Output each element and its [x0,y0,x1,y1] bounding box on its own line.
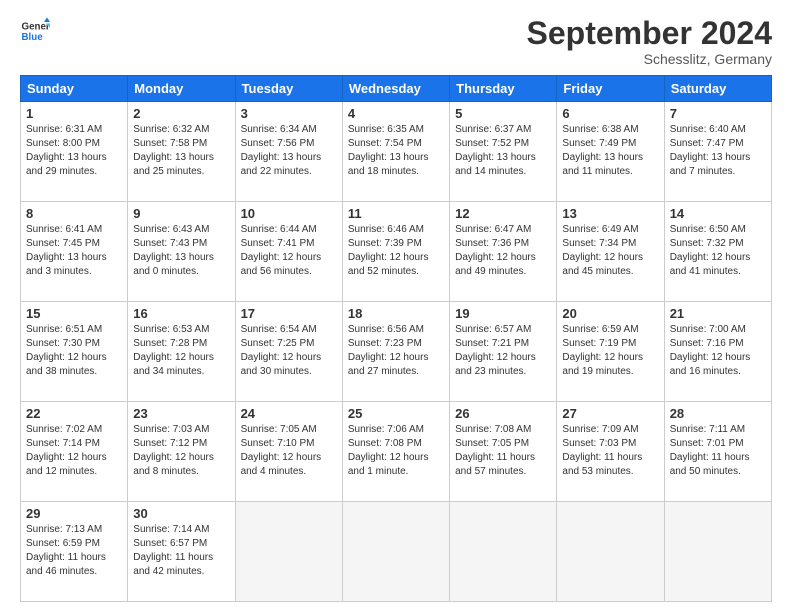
table-row: 23Sunrise: 7:03 AMSunset: 7:12 PMDayligh… [128,402,235,502]
col-sunday: Sunday [21,76,128,102]
table-row: 15Sunrise: 6:51 AMSunset: 7:30 PMDayligh… [21,302,128,402]
table-row: 27Sunrise: 7:09 AMSunset: 7:03 PMDayligh… [557,402,664,502]
table-row: 8Sunrise: 6:41 AMSunset: 7:45 PMDaylight… [21,202,128,302]
table-row: 26Sunrise: 7:08 AMSunset: 7:05 PMDayligh… [450,402,557,502]
table-row: 16Sunrise: 6:53 AMSunset: 7:28 PMDayligh… [128,302,235,402]
table-row: 24Sunrise: 7:05 AMSunset: 7:10 PMDayligh… [235,402,342,502]
calendar-table: Sunday Monday Tuesday Wednesday Thursday… [20,75,772,602]
col-thursday: Thursday [450,76,557,102]
table-row: 22Sunrise: 7:02 AMSunset: 7:14 PMDayligh… [21,402,128,502]
table-row [235,502,342,602]
table-row: 1Sunrise: 6:31 AMSunset: 8:00 PMDaylight… [21,102,128,202]
table-row: 29Sunrise: 7:13 AMSunset: 6:59 PMDayligh… [21,502,128,602]
svg-text:Blue: Blue [22,32,44,43]
table-row: 13Sunrise: 6:49 AMSunset: 7:34 PMDayligh… [557,202,664,302]
table-row [450,502,557,602]
header: General Blue September 2024 Schesslitz, … [20,16,772,67]
table-row: 30Sunrise: 7:14 AMSunset: 6:57 PMDayligh… [128,502,235,602]
col-monday: Monday [128,76,235,102]
table-row: 4Sunrise: 6:35 AMSunset: 7:54 PMDaylight… [342,102,449,202]
table-row [557,502,664,602]
table-row: 19Sunrise: 6:57 AMSunset: 7:21 PMDayligh… [450,302,557,402]
page: General Blue September 2024 Schesslitz, … [0,0,792,612]
table-row: 9Sunrise: 6:43 AMSunset: 7:43 PMDaylight… [128,202,235,302]
col-tuesday: Tuesday [235,76,342,102]
svg-text:General: General [22,22,51,33]
col-wednesday: Wednesday [342,76,449,102]
table-row: 17Sunrise: 6:54 AMSunset: 7:25 PMDayligh… [235,302,342,402]
table-row: 10Sunrise: 6:44 AMSunset: 7:41 PMDayligh… [235,202,342,302]
logo: General Blue [20,16,50,46]
col-friday: Friday [557,76,664,102]
table-row: 20Sunrise: 6:59 AMSunset: 7:19 PMDayligh… [557,302,664,402]
table-row: 14Sunrise: 6:50 AMSunset: 7:32 PMDayligh… [664,202,771,302]
month-title: September 2024 [527,16,772,51]
logo-icon: General Blue [20,16,50,46]
table-row: 25Sunrise: 7:06 AMSunset: 7:08 PMDayligh… [342,402,449,502]
table-row: 6Sunrise: 6:38 AMSunset: 7:49 PMDaylight… [557,102,664,202]
table-row: 12Sunrise: 6:47 AMSunset: 7:36 PMDayligh… [450,202,557,302]
table-row: 2Sunrise: 6:32 AMSunset: 7:58 PMDaylight… [128,102,235,202]
table-row: 28Sunrise: 7:11 AMSunset: 7:01 PMDayligh… [664,402,771,502]
table-row: 11Sunrise: 6:46 AMSunset: 7:39 PMDayligh… [342,202,449,302]
table-row: 21Sunrise: 7:00 AMSunset: 7:16 PMDayligh… [664,302,771,402]
table-row: 5Sunrise: 6:37 AMSunset: 7:52 PMDaylight… [450,102,557,202]
table-row: 7Sunrise: 6:40 AMSunset: 7:47 PMDaylight… [664,102,771,202]
title-block: September 2024 Schesslitz, Germany [527,16,772,67]
table-row [664,502,771,602]
table-row: 18Sunrise: 6:56 AMSunset: 7:23 PMDayligh… [342,302,449,402]
table-row: 3Sunrise: 6:34 AMSunset: 7:56 PMDaylight… [235,102,342,202]
table-row [342,502,449,602]
col-saturday: Saturday [664,76,771,102]
calendar-header-row: Sunday Monday Tuesday Wednesday Thursday… [21,76,772,102]
location: Schesslitz, Germany [527,51,772,67]
